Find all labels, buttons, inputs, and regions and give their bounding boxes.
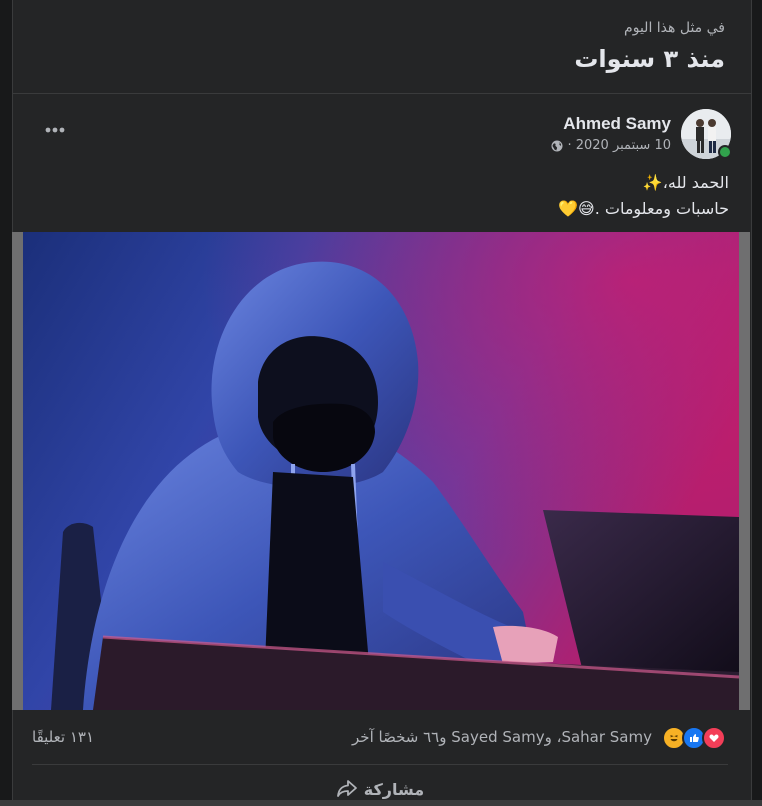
reactors-summary[interactable]: Sahar Samy، وSayed Samy و٦٦ شخصًا آخر <box>352 728 652 746</box>
post-header: Ahmed Samy 10 سبتمبر 2020 · <box>551 108 732 160</box>
online-status-dot <box>718 145 732 159</box>
author-name[interactable]: Ahmed Samy <box>551 112 671 136</box>
actions-divider <box>32 764 728 765</box>
header-divider <box>13 93 751 94</box>
share-label: مشاركة <box>363 779 425 799</box>
comments-count[interactable]: ١٣١ تعليقًا <box>32 728 94 746</box>
more-options-button[interactable] <box>41 118 69 142</box>
post-date[interactable]: 10 سبتمبر 2020 · <box>567 136 671 156</box>
avatar-wrapper[interactable] <box>681 109 732 159</box>
post-text-line-1: الحمد لله،✨ <box>642 173 729 192</box>
share-arrow-icon <box>336 780 357 797</box>
post-text: الحمد لله،✨ حاسبات ومعلومات .😅💛 <box>558 170 729 222</box>
bottom-edge <box>0 800 762 806</box>
hooded-hacker-photo <box>23 232 739 710</box>
reactions-bar: Sahar Samy، وSayed Samy و٦٦ شخصًا آخر ١٣… <box>12 722 750 756</box>
love-icon[interactable] <box>702 726 726 750</box>
memory-header: في مثل هذا اليوم منذ ٣ سنوات <box>574 18 725 76</box>
reaction-icons[interactable] <box>662 726 726 750</box>
author-block: Ahmed Samy 10 سبتمبر 2020 · <box>551 112 671 156</box>
memory-subtitle: في مثل هذا اليوم <box>624 20 725 36</box>
more-options-icon <box>45 127 65 133</box>
memory-title: منذ ٣ سنوات <box>574 45 725 73</box>
post-meta: 10 سبتمبر 2020 · <box>551 136 671 156</box>
post-text-line-2: حاسبات ومعلومات .😅💛 <box>558 199 729 218</box>
post-photo-frame[interactable] <box>12 232 750 710</box>
post-photo[interactable] <box>23 232 739 710</box>
globe-icon[interactable] <box>551 140 563 152</box>
